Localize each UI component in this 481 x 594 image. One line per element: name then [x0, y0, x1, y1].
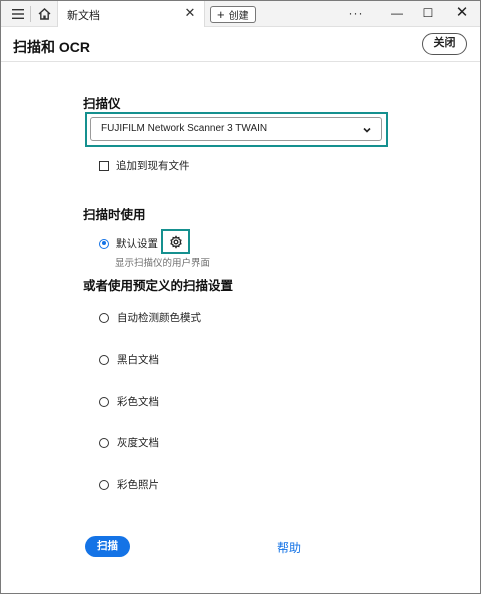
menu-button[interactable]	[7, 4, 29, 24]
preset-bw-document[interactable]: 黑白文档	[99, 352, 159, 367]
preset-label: 彩色文档	[117, 396, 159, 408]
tab-bar: 新文档 ✕ + 创建 ··· — ☐ ✕	[1, 1, 480, 27]
scanner-settings-button[interactable]	[161, 229, 190, 254]
preset-radio[interactable]	[99, 437, 109, 448]
scanner-ui-hint: 显示扫描仪的用户界面	[115, 258, 211, 269]
preset-label: 灰度文档	[117, 437, 159, 449]
scan-ocr-window: 新文档 ✕ + 创建 ··· — ☐ ✕ 扫描和 OCR 关闭 扫描仪 FUJI…	[0, 0, 481, 594]
scanner-section-title: 扫描仪	[83, 97, 121, 111]
hamburger-icon	[12, 9, 24, 19]
plus-icon: +	[217, 7, 225, 22]
preset-label: 自动检测颜色模式	[117, 312, 201, 324]
maximize-button[interactable]: ☐	[417, 3, 439, 23]
close-window-button[interactable]: ✕	[451, 3, 473, 23]
preset-radio[interactable]	[99, 312, 109, 323]
preset-label: 彩色照片	[117, 479, 159, 491]
append-checkbox-label: 追加到现有文件	[116, 160, 190, 172]
scanner-highlight-frame: FUJIFILM Network Scanner 3 TWAIN	[85, 112, 388, 147]
toolbar-divider	[30, 6, 31, 22]
append-to-existing-option[interactable]: 追加到现有文件	[99, 158, 190, 173]
preset-grayscale-document[interactable]: 灰度文档	[99, 435, 159, 450]
preset-auto-color[interactable]: 自动检测颜色模式	[99, 310, 201, 325]
help-link[interactable]: 帮助	[277, 539, 301, 556]
tab-title: 新文档	[67, 10, 100, 22]
preset-radio[interactable]	[99, 354, 109, 365]
preset-color-photo[interactable]: 彩色照片	[99, 477, 159, 492]
close-dialog-button[interactable]: 关闭	[422, 33, 467, 55]
preset-radio[interactable]	[99, 396, 109, 407]
home-icon	[38, 8, 50, 20]
create-button[interactable]: + 创建	[210, 6, 256, 23]
scanner-dropdown[interactable]: FUJIFILM Network Scanner 3 TWAIN	[90, 117, 382, 141]
presets-section-title: 或者使用预定义的扫描设置	[83, 279, 234, 293]
tab-new-document[interactable]: 新文档 ✕	[57, 1, 205, 27]
chevron-down-icon	[363, 127, 371, 133]
dialog-title: 扫描和 OCR	[13, 39, 90, 55]
preset-label: 黑白文档	[117, 354, 159, 366]
default-settings-option[interactable]: 默认设置	[99, 236, 158, 251]
append-checkbox[interactable]	[99, 160, 109, 171]
dialog-header: 扫描和 OCR 关闭	[1, 28, 480, 62]
gear-icon	[169, 234, 182, 249]
create-label: 创建	[228, 11, 249, 22]
preset-color-document[interactable]: 彩色文档	[99, 394, 159, 409]
minimize-button[interactable]: —	[386, 3, 408, 23]
tab-close-icon[interactable]: ✕	[182, 5, 198, 21]
scanner-selected-value: FUJIFILM Network Scanner 3 TWAIN	[101, 123, 268, 134]
use-when-scanning-title: 扫描时使用	[83, 208, 146, 222]
preset-radio[interactable]	[99, 479, 109, 490]
home-button[interactable]	[33, 4, 55, 24]
default-settings-radio[interactable]	[99, 238, 109, 249]
more-options-button[interactable]: ···	[345, 3, 367, 23]
scan-button[interactable]: 扫描	[85, 536, 130, 557]
default-settings-label: 默认设置	[116, 238, 158, 250]
